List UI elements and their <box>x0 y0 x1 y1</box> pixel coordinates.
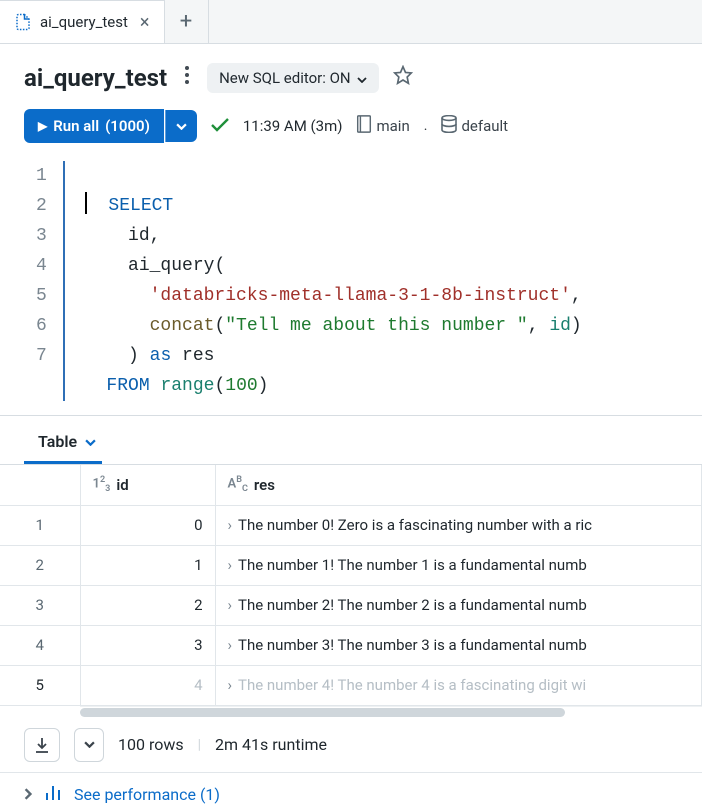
cell-res: ›The number 4! The number 4 is a fascina… <box>215 665 702 705</box>
chevron-down-icon <box>357 69 367 87</box>
row-number: 3 <box>0 585 80 625</box>
query-header: ai_query_test New SQL editor: ON <box>0 44 702 103</box>
schema-selector[interactable]: default <box>441 115 508 137</box>
cell-res: ›The number 0! Zero is a fascinating num… <box>215 505 702 545</box>
cell-id: 1 <box>80 545 215 585</box>
see-performance-label: See performance (1) <box>74 785 220 804</box>
chevron-right-icon[interactable]: › <box>228 596 233 614</box>
table-row[interactable]: 1 0 ›The number 0! Zero is a fascinating… <box>0 505 702 545</box>
column-header-id[interactable]: 123 id <box>80 465 215 505</box>
runtime: 2m 41s runtime <box>215 735 327 754</box>
run-dropdown-button[interactable] <box>165 110 197 142</box>
divider: | <box>198 737 201 753</box>
column-label: res <box>254 476 275 494</box>
chevron-right-icon[interactable]: › <box>228 676 233 694</box>
catalog-schema-separator: . <box>424 118 428 134</box>
tab-bar: ai_query_test × + <box>0 0 702 44</box>
chevron-down-icon[interactable] <box>85 435 96 449</box>
chevron-right-icon[interactable]: › <box>228 636 233 654</box>
chevron-right-icon[interactable]: › <box>228 516 233 534</box>
row-number: 1 <box>0 505 80 545</box>
string-type-icon: ABC <box>228 475 248 494</box>
schema-name: default <box>461 117 508 135</box>
cell-res: ›The number 1! The number 1 is a fundame… <box>215 545 702 585</box>
table-row[interactable]: 5 4 ›The number 4! The number 4 is a fas… <box>0 665 702 705</box>
success-icon <box>211 116 229 137</box>
cell-id: 4 <box>80 665 215 705</box>
row-count: 100 rows <box>118 735 184 754</box>
table-row[interactable]: 4 3 ›The number 3! The number 3 is a fun… <box>0 625 702 665</box>
row-number-header[interactable] <box>0 465 80 505</box>
cell-res: ›The number 2! The number 2 is a fundame… <box>215 585 702 625</box>
results-footer: 100 rows | 2m 41s runtime <box>0 718 702 772</box>
run-label: Run all <box>53 117 99 135</box>
cell-id: 3 <box>80 625 215 665</box>
text-cursor <box>85 192 87 214</box>
sql-editor[interactable]: 1234567 SELECT id, ai_query( 'databricks… <box>0 157 702 415</box>
more-menu-button[interactable] <box>181 62 193 93</box>
column-label: id <box>116 476 128 494</box>
cell-res: ›The number 3! The number 3 is a fundame… <box>215 625 702 665</box>
last-run-timestamp: 11:39 AM (3m) <box>243 117 343 135</box>
row-number: 5 <box>0 665 80 705</box>
close-icon[interactable]: × <box>140 12 150 33</box>
horizontal-scrollbar[interactable] <box>80 706 702 718</box>
new-tab-button[interactable]: + <box>165 0 209 43</box>
sql-editor-toggle-label: New SQL editor: ON <box>219 69 351 87</box>
favorite-button[interactable] <box>393 65 413 91</box>
play-icon: ▶ <box>38 119 47 133</box>
run-limit: (1000) <box>105 117 150 135</box>
download-button[interactable] <box>24 728 60 762</box>
cell-id: 0 <box>80 505 215 545</box>
row-number: 4 <box>0 625 80 665</box>
catalog-icon <box>356 115 372 137</box>
cell-id: 2 <box>80 585 215 625</box>
run-all-button[interactable]: ▶ Run all (1000) <box>24 109 164 143</box>
results-tab-label: Table <box>38 432 77 451</box>
code-content[interactable]: SELECT id, ai_query( 'databricks-meta-ll… <box>65 161 582 401</box>
catalog-name: main <box>376 117 409 135</box>
catalog-selector[interactable]: main <box>356 115 409 137</box>
results-tabbar: Table <box>0 415 702 464</box>
query-file-icon <box>14 13 32 31</box>
chevron-right-icon[interactable]: › <box>228 556 233 574</box>
numeric-type-icon: 123 <box>93 475 111 494</box>
download-dropdown[interactable] <box>74 728 104 762</box>
database-icon <box>441 115 457 137</box>
see-performance-button[interactable]: See performance (1) <box>0 772 702 804</box>
file-tab-label: ai_query_test <box>40 13 128 31</box>
results-table: 123 id ABC res 1 0 ›The number 0! Zero i… <box>0 465 702 706</box>
table-row[interactable]: 3 2 ›The number 2! The number 2 is a fun… <box>0 585 702 625</box>
query-title[interactable]: ai_query_test <box>24 64 167 92</box>
sql-editor-toggle[interactable]: New SQL editor: ON <box>207 63 379 93</box>
bar-chart-icon <box>44 785 62 804</box>
row-number: 2 <box>0 545 80 585</box>
line-gutter: 1234567 <box>10 161 65 401</box>
query-toolbar: ▶ Run all (1000) 11:39 AM (3m) main . de… <box>0 103 702 157</box>
table-row[interactable]: 2 1 ›The number 1! The number 1 is a fun… <box>0 545 702 585</box>
file-tab[interactable]: ai_query_test × <box>0 0 165 43</box>
column-header-res[interactable]: ABC res <box>215 465 702 505</box>
chevron-right-icon <box>24 785 32 804</box>
results-table-wrap: 123 id ABC res 1 0 ›The number 0! Zero i… <box>0 464 702 718</box>
results-tab-table[interactable]: Table <box>24 422 102 464</box>
